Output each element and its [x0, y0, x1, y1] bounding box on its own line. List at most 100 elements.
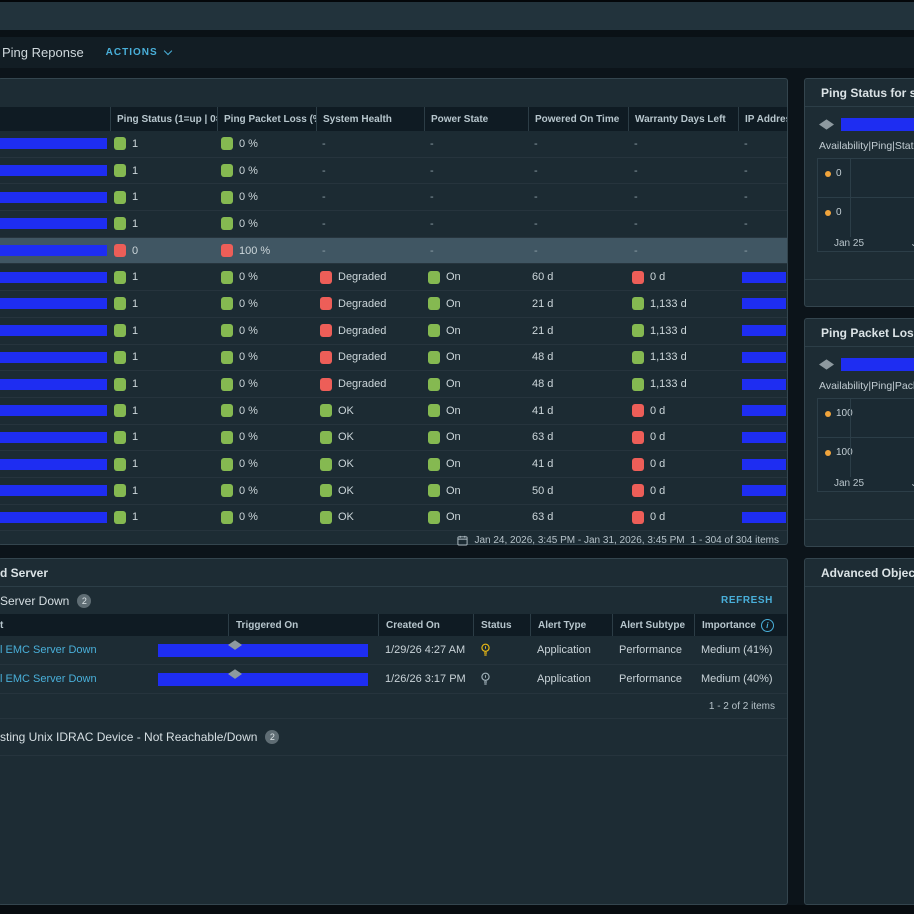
system-health-cell-value: OK	[338, 485, 354, 497]
refresh-button[interactable]: REFRESH	[721, 595, 773, 606]
empty-value: -	[742, 138, 748, 150]
redacted-ip-bar	[742, 352, 786, 363]
ping-status-cell: 1	[110, 137, 217, 150]
column-header-name[interactable]	[0, 107, 110, 131]
column-header-packet-loss[interactable]: Ping Packet Loss (%)	[217, 107, 316, 131]
powered-on-time-cell: 48 d	[528, 378, 628, 390]
power-state-cell: On	[424, 484, 528, 497]
powered-on-time-cell: 50 d	[528, 485, 628, 497]
table-row[interactable]: 10 %DegradedOn21 d1,133 d	[0, 318, 787, 345]
column-header-status[interactable]: Status	[473, 614, 530, 636]
alert-group-header[interactable]: Server Down 2 REFRESH	[0, 587, 787, 614]
table-row[interactable]: 10 %DegradedOn60 d0 d	[0, 264, 787, 291]
alert-group-header[interactable]: sting Unix IDRAC Device - Not Reachable/…	[0, 719, 787, 756]
created-on-cell: 1/26/26 3:17 PM	[378, 673, 473, 685]
ping-status-cell: 1	[110, 271, 217, 284]
ping-status-cell-value: 1	[132, 511, 138, 523]
alert-link[interactable]: l EMC Server Down	[0, 673, 97, 685]
redacted-ip-bar	[742, 405, 786, 416]
ping-status-cell: 1	[110, 458, 217, 471]
ip-address-cell	[738, 298, 787, 309]
power-state-cell: On	[424, 271, 528, 284]
actions-menu-button[interactable]: ACTIONS	[106, 47, 171, 58]
redacted-ip-bar	[742, 459, 786, 470]
alert-table-header-row: t Triggered On Created On Status Alert T…	[0, 614, 787, 636]
empty-value: -	[428, 218, 434, 230]
warranty-cell: 1,133 d	[628, 324, 738, 337]
table-row[interactable]: 10 %DegradedOn48 d1,133 d	[0, 371, 787, 398]
screen-bottom-edge	[0, 905, 914, 914]
redacted-name-bar	[0, 459, 107, 470]
packet-loss-cell-value: 0 %	[239, 431, 258, 443]
table-row[interactable]: 10 %DegradedOn48 d1,133 d	[0, 345, 787, 372]
table-row[interactable]: 10 %-----	[0, 158, 787, 185]
green-status-badge	[114, 217, 126, 230]
packet-loss-cell-value: 0 %	[239, 351, 258, 363]
powered-on-time-cell: 21 d	[528, 325, 628, 337]
packet-loss-cell-value: 0 %	[239, 511, 258, 523]
table-row[interactable]: 0100 %-----	[0, 238, 787, 265]
table-row[interactable]: 10 %-----	[0, 211, 787, 238]
table-row[interactable]: 10 %OKOn50 d0 d	[0, 478, 787, 505]
ping-status-cell: 1	[110, 191, 217, 204]
table-row[interactable]: 10 %OKOn41 d0 d	[0, 451, 787, 478]
system-health-cell-value: OK	[338, 511, 354, 523]
table-row[interactable]: 10 %DegradedOn21 d1,133 d	[0, 291, 787, 318]
power-state-cell: On	[424, 297, 528, 310]
info-icon[interactable]: i	[761, 619, 774, 632]
ping-status-cell: 1	[110, 431, 217, 444]
green-status-badge	[114, 484, 126, 497]
power-state-cell: On	[424, 431, 528, 444]
power-state-cell-value: On	[446, 458, 461, 470]
column-header-importance[interactable]: Importance i	[694, 614, 787, 636]
lightbulb-active-icon	[480, 643, 491, 657]
power-state-cell: On	[424, 511, 528, 524]
empty-value: -	[428, 245, 434, 257]
alert-link[interactable]: l EMC Server Down	[0, 644, 97, 656]
column-header-powered-on-time[interactable]: Powered On Time	[528, 107, 628, 131]
power-state-cell: -	[424, 245, 528, 257]
ping-status-cell: 0	[110, 244, 217, 257]
table-row[interactable]: 10 %-----	[0, 184, 787, 211]
green-status-badge	[428, 297, 440, 310]
empty-value: -	[428, 165, 434, 177]
column-header-power-state[interactable]: Power State	[424, 107, 528, 131]
red-status-badge	[221, 244, 233, 257]
warranty-cell: -	[628, 245, 738, 257]
sparkline-row: 0	[818, 159, 914, 198]
ping-status-panel: Ping Status for selecte Availability|Pin…	[804, 78, 914, 307]
toolbar-divider	[0, 30, 914, 37]
redacted-name-bar	[0, 138, 107, 149]
green-status-badge	[114, 324, 126, 337]
column-header-triggered-on[interactable]: Triggered On	[228, 614, 378, 636]
alert-row[interactable]: l EMC Server Down1/26/26 3:17 PMApplicat…	[0, 665, 787, 694]
ip-address-cell	[738, 325, 787, 336]
table-row[interactable]: 10 %OKOn63 d0 d	[0, 425, 787, 452]
column-header-alert-subtype[interactable]: Alert Subtype	[612, 614, 694, 636]
column-header-warranty-days[interactable]: Warranty Days Left	[628, 107, 738, 131]
table-header-row: Ping Status (1=up | 0=do... Ping Packet …	[0, 107, 787, 131]
system-health-cell: Degraded	[316, 271, 424, 284]
powered-on-time-cell: -	[528, 245, 628, 257]
column-header-system-health[interactable]: System Health	[316, 107, 424, 131]
status-cell	[473, 643, 530, 657]
power-state-cell-value: On	[446, 378, 461, 390]
red-status-badge	[632, 404, 644, 417]
warranty-cell: -	[628, 191, 738, 203]
ip-address-cell	[738, 459, 787, 470]
column-header-alert-type[interactable]: Alert Type	[530, 614, 612, 636]
column-header-ip-address[interactable]: IP Address	[738, 107, 787, 131]
table-row[interactable]: 10 %OKOn63 d0 d	[0, 505, 787, 532]
column-header-ping-status[interactable]: Ping Status (1=up | 0=do...	[110, 107, 217, 131]
column-header-created-on[interactable]: Created On	[378, 614, 473, 636]
ping-status-cell-value: 1	[132, 298, 138, 310]
alert-row[interactable]: l EMC Server Down1/29/26 4:27 AMApplicat…	[0, 636, 787, 665]
empty-value: -	[428, 191, 434, 203]
table-row[interactable]: 10 %-----	[0, 131, 787, 158]
column-header-alert[interactable]: t	[0, 614, 228, 636]
table-row[interactable]: 10 %OKOn41 d0 d	[0, 398, 787, 425]
system-health-cell-value: Degraded	[338, 325, 386, 337]
powered-on-time-cell-value: 48 d	[532, 378, 553, 390]
table-footer: Jan 24, 2026, 3:45 PM - Jan 31, 2026, 3:…	[0, 532, 787, 548]
system-health-cell: OK	[316, 404, 424, 417]
